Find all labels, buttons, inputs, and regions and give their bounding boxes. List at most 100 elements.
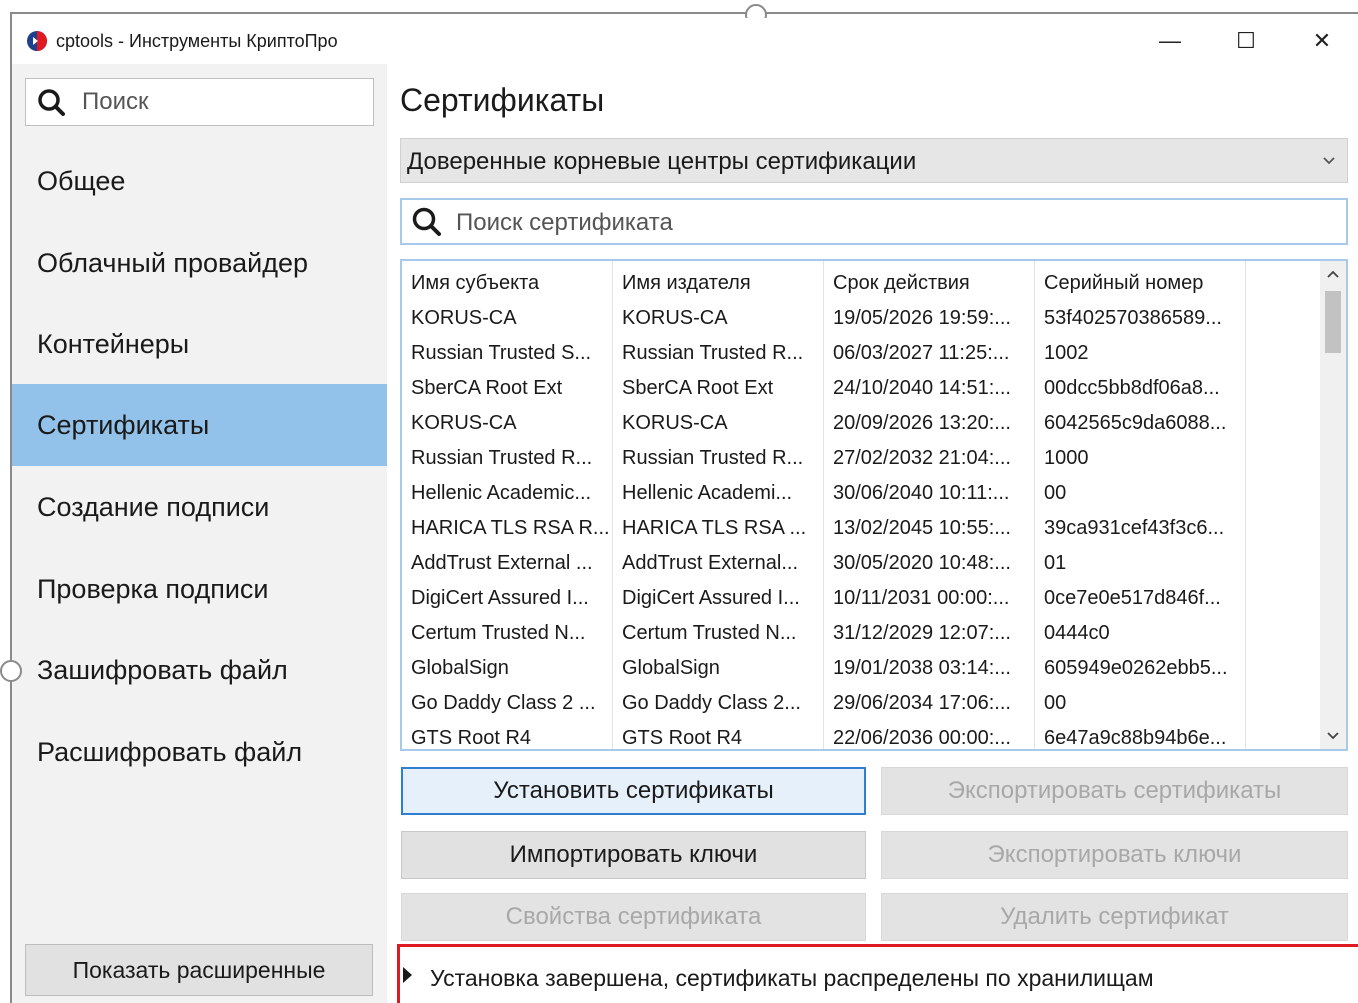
cryptopro-logo-icon (27, 31, 47, 51)
cell-validity: 22/06/2036 00:00:... (833, 727, 1011, 749)
certificate-search-input[interactable] (456, 208, 1316, 238)
cell-serial: 1000 (1044, 447, 1089, 469)
search-icon (38, 89, 65, 116)
status-message: Установка завершена, сертификаты распред… (430, 965, 1154, 991)
delete-certificate-button[interactable]: Удалить сертификат (881, 893, 1348, 941)
cell-serial: 01 (1044, 552, 1067, 574)
cell-issuer: Russian Trusted R... (622, 447, 804, 469)
import-keys-button[interactable]: Импортировать ключи (401, 831, 866, 879)
page-title: Сертификаты (400, 82, 605, 118)
sidebar-item-label: Сертификаты (37, 409, 210, 440)
cell-subject: Russian Trusted R... (411, 447, 593, 469)
cell-validity: 30/05/2020 10:48:... (833, 552, 1011, 574)
cell-serial: 0ce7e0e517d846f... (1044, 587, 1221, 609)
table-row[interactable]: SberCA Root Ext SberCA Root Ext 24/10/2040… (402, 371, 1322, 406)
table-row[interactable]: Hellenic Academic... Hellenic Academi... 3… (402, 476, 1322, 511)
chevron-down-icon (1327, 732, 1339, 740)
table-row[interactable]: KORUS-CA KORUS-CA 20/09/2026 13:20:... 6042… (402, 406, 1322, 441)
chevron-up-icon (1327, 270, 1339, 278)
cell-validity: 29/06/2034 17:06:... (833, 692, 1011, 714)
close-icon: ✕ (1312, 28, 1332, 53)
sidebar-item-certificates[interactable]: Сертификаты (12, 384, 387, 466)
show-advanced-button[interactable]: Показать расширенные (25, 944, 373, 996)
table-row[interactable]: Russian Trusted S... Russian Trusted R...… (402, 336, 1322, 371)
table-row[interactable]: DigiCert Assured I... DigiCert Assured I.… (402, 581, 1322, 616)
cell-validity: 06/03/2027 11:25:... (833, 342, 1010, 364)
export-keys-button[interactable]: Экспортировать ключи (881, 831, 1348, 879)
cell-validity: 19/05/2026 19:59:... (833, 307, 1011, 329)
cell-subject: SberCA Root Ext (411, 377, 563, 399)
cell-issuer: KORUS-CA (622, 307, 728, 329)
scroll-up-button[interactable] (1320, 261, 1346, 287)
cell-validity: 19/01/2038 03:14:... (833, 657, 1011, 679)
sidebar-item-cloud-provider[interactable]: Облачный провайдер (12, 222, 387, 304)
cell-validity: 31/12/2029 12:07:... (833, 622, 1011, 644)
table-scrollbar[interactable] (1320, 261, 1346, 749)
cell-validity: 30/06/2040 10:11:... (833, 482, 1010, 504)
table-row[interactable]: HARICA TLS RSA R... HARICA TLS RSA ... 13/… (402, 511, 1322, 546)
table-row[interactable]: KORUS-CA KORUS-CA 19/05/2026 19:59:... 53f4… (402, 301, 1322, 336)
cell-issuer: GTS Root R4 (622, 727, 743, 749)
status-bar: Установка завершена, сертификаты распред… (397, 944, 1358, 1003)
cell-serial: 00 (1044, 692, 1067, 714)
certificate-properties-button[interactable]: Свойства сертификата (401, 893, 866, 941)
cell-validity: 13/02/2045 10:55:... (833, 517, 1011, 539)
certificate-store-selected: Доверенные корневые центры сертификации (407, 148, 917, 175)
maximize-button[interactable]: ☐ (1210, 18, 1282, 64)
column-header-issuer[interactable]: Имя издателя (613, 265, 824, 301)
sidebar-item-label: Общее (37, 165, 126, 196)
cell-issuer: DigiCert Assured I... (622, 587, 800, 609)
cell-subject: DigiCert Assured I... (411, 587, 589, 609)
sidebar-item-create-signature[interactable]: Создание подписи (12, 466, 387, 548)
sidebar-search-box[interactable] (25, 78, 374, 126)
sidebar-item-label: Проверка подписи (37, 573, 269, 604)
sidebar-item-containers[interactable]: Контейнеры (12, 303, 387, 385)
cell-serial: 0444c0 (1044, 622, 1110, 644)
title-bar: cptools - Инструменты КриптоПро — ☐ ✕ (12, 18, 1358, 64)
expand-arrow-icon[interactable] (403, 967, 412, 983)
cell-issuer: Russian Trusted R... (622, 342, 804, 364)
cell-validity: 20/09/2026 13:20:... (833, 412, 1011, 434)
sidebar-item-verify-signature[interactable]: Проверка подписи (12, 548, 387, 630)
table-row[interactable]: Go Daddy Class 2 ... Go Daddy Class 2... 2… (402, 686, 1322, 721)
window-resize-edge-top (10, 12, 1358, 14)
table-row[interactable]: Russian Trusted R... Russian Trusted R...… (402, 441, 1322, 476)
sidebar-item-decrypt-file[interactable]: Расшифровать файл (12, 711, 387, 793)
close-button[interactable]: ✕ (1286, 18, 1358, 64)
table-row[interactable]: Certum Trusted N... Certum Trusted N... 31… (402, 616, 1322, 651)
cell-serial: 1002 (1044, 342, 1089, 364)
table-row[interactable]: GlobalSign GlobalSign 19/01/2038 03:14:...… (402, 651, 1322, 686)
cell-issuer: GlobalSign (622, 657, 720, 679)
minimize-button[interactable]: — (1134, 18, 1206, 64)
cell-subject: GTS Root R4 (411, 727, 532, 749)
table-header-row: Имя субъекта Имя издателя Срок действия … (402, 265, 1322, 301)
sidebar-item-encrypt-file[interactable]: Зашифровать файл (12, 629, 387, 711)
sidebar: Общее Облачный провайдер Контейнеры Серт… (12, 64, 387, 1003)
search-icon (412, 207, 441, 236)
window-resize-handle-left[interactable] (0, 660, 22, 682)
install-certificates-button[interactable]: Установить сертификаты (401, 767, 866, 815)
maximize-icon: ☐ (1236, 28, 1256, 53)
sidebar-item-general[interactable]: Общее (12, 140, 387, 222)
column-header-validity[interactable]: Срок действия (824, 265, 1035, 301)
table-row[interactable]: AddTrust External ... AddTrust External..… (402, 546, 1322, 581)
scroll-down-button[interactable] (1320, 723, 1346, 749)
certificate-store-dropdown[interactable]: Доверенные корневые центры сертификации (400, 138, 1348, 183)
cell-serial: 00 (1044, 482, 1067, 504)
cell-issuer: AddTrust External... (622, 552, 798, 574)
cell-subject: GlobalSign (411, 657, 509, 679)
cell-serial: 39ca931cef43f3c6... (1044, 517, 1225, 539)
certificates-grid: Имя субъекта Имя издателя Срок действия … (402, 265, 1322, 750)
column-header-serial[interactable]: Серийный номер (1035, 265, 1246, 301)
cell-issuer: Hellenic Academi... (622, 482, 793, 504)
cell-subject: KORUS-CA (411, 412, 517, 434)
cell-validity: 27/02/2032 21:04:... (833, 447, 1011, 469)
column-header-subject[interactable]: Имя субъекта (402, 265, 613, 301)
table-row[interactable]: GTS Root R4 GTS Root R4 22/06/2036 00:00:.… (402, 721, 1322, 749)
certificate-search-box[interactable] (400, 198, 1348, 245)
export-certificates-button[interactable]: Экспортировать сертификаты (881, 767, 1348, 815)
sidebar-search-input[interactable] (82, 87, 362, 117)
cell-subject: Russian Trusted S... (411, 342, 592, 364)
scroll-thumb[interactable] (1325, 291, 1341, 353)
sidebar-item-label: Создание подписи (37, 491, 270, 522)
